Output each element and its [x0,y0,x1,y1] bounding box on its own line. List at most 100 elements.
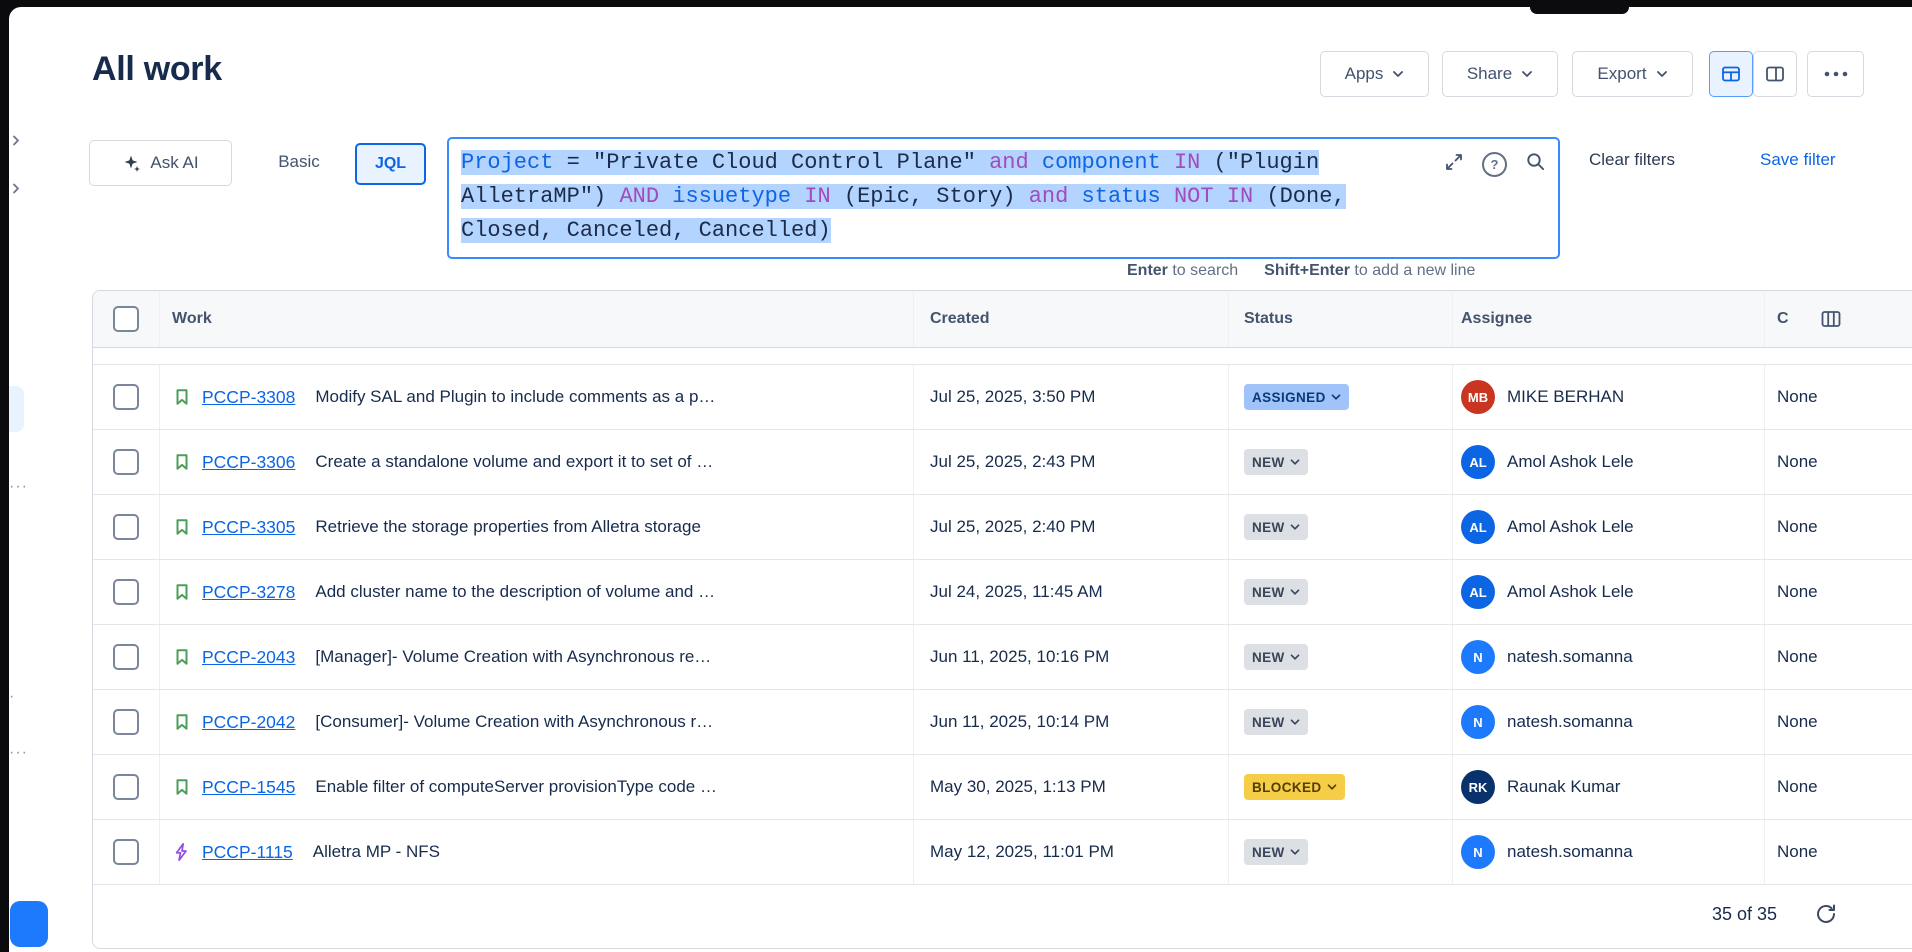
sidebar-active-item[interactable] [9,386,24,432]
issue-summary[interactable]: Create a standalone volume and export it… [315,452,713,472]
column-header-created[interactable]: Created [914,291,1229,347]
column-header-assignee[interactable]: Assignee [1453,291,1765,347]
chevron-right-icon[interactable] [11,134,21,152]
issue-key-link[interactable]: PCCP-3278 [202,582,295,603]
issue-key-link[interactable]: PCCP-1115 [202,842,293,863]
table-row[interactable]: PCCP-2043 [Manager]- Volume Creation wit… [93,625,1912,690]
row-count: 35 of 35 [1712,904,1777,925]
column-header-label: Created [930,310,990,328]
assignee-name: Amol Ashok Lele [1507,517,1634,537]
share-button[interactable]: Share [1442,51,1558,97]
issue-key-link[interactable]: PCCP-1545 [202,777,295,798]
row-checkbox[interactable] [113,579,139,605]
issue-key-link[interactable]: PCCP-3306 [202,452,295,473]
tab-jql[interactable]: JQL [355,143,426,185]
save-filter-link[interactable]: Save filter [1760,150,1836,170]
status-label: NEW [1252,845,1285,860]
component-cell: None [1765,430,1912,494]
status-badge[interactable]: NEW [1244,839,1308,865]
assignee-name: MIKE BERHAN [1507,387,1624,407]
jql-token [659,184,672,209]
export-button[interactable]: Export [1572,51,1693,97]
status-badge[interactable]: ASSIGNED [1244,384,1349,410]
refresh-icon[interactable] [1814,902,1838,931]
issue-summary[interactable]: Retrieve the storage properties from All… [315,517,701,537]
component-cell: None [1765,365,1912,429]
status-label: NEW [1252,585,1285,600]
status-badge[interactable]: NEW [1244,579,1308,605]
checkbox-cell [93,495,160,559]
jql-token [1161,150,1174,175]
created-cell: May 30, 2025, 1:13 PM [914,755,1229,819]
jql-editor-input[interactable]: Project = "Private Cloud Control Plane" … [447,137,1560,259]
issue-summary[interactable]: Enable filter of computeServer provision… [315,777,717,797]
table-row[interactable]: PCCP-3306 Create a standalone volume and… [93,430,1912,495]
status-cell: NEW [1229,495,1453,559]
status-badge[interactable]: NEW [1244,644,1308,670]
ask-ai-button[interactable]: Ask AI [89,140,232,186]
row-checkbox[interactable] [113,644,139,670]
view-table-button[interactable] [1709,51,1753,97]
issue-summary[interactable]: [Manager]- Volume Creation with Asynchro… [315,647,711,667]
assignee-cell: Nnatesh.somanna [1453,690,1765,754]
issue-summary[interactable]: [Consumer]- Volume Creation with Asynchr… [315,712,713,732]
issue-key-link[interactable]: PCCP-3308 [202,387,295,408]
created-cell: Jul 25, 2025, 2:43 PM [914,430,1229,494]
sidebar-dots: · [9,688,15,706]
issue-summary[interactable]: Add cluster name to the description of v… [315,582,715,602]
create-button-cutoff[interactable] [10,901,48,947]
status-badge[interactable]: NEW [1244,709,1308,735]
table-row[interactable]: PCCP-1545 Enable filter of computeServer… [93,755,1912,820]
status-cell: NEW [1229,625,1453,689]
issue-key-link[interactable]: PCCP-2042 [202,712,295,733]
issue-key-link[interactable]: PCCP-2043 [202,647,295,668]
table-row[interactable]: PCCP-1115 Alletra MP - NFS May 12, 2025,… [93,820,1912,885]
work-cell: PCCP-1115 Alletra MP - NFS [160,820,914,884]
row-checkbox[interactable] [113,709,139,735]
status-badge[interactable]: BLOCKED [1244,774,1345,800]
assignee-cell: MBMIKE BERHAN [1453,365,1765,429]
column-header-status[interactable]: Status [1229,291,1453,347]
column-settings-icon[interactable] [1819,307,1843,336]
clear-filters-button[interactable]: Clear filters [1589,150,1675,170]
tab-basic[interactable]: Basic [251,140,347,184]
issue-summary[interactable]: Modify SAL and Plugin to include comment… [315,387,715,407]
status-label: NEW [1252,455,1285,470]
row-checkbox[interactable] [113,384,139,410]
help-icon[interactable]: ? [1482,152,1507,177]
expand-icon[interactable] [1444,152,1464,177]
component-value: None [1777,712,1818,732]
work-cell: PCCP-3308 Modify SAL and Plugin to inclu… [160,365,914,429]
table-row[interactable]: PCCP-2042 [Consumer]- Volume Creation wi… [93,690,1912,755]
status-badge[interactable]: NEW [1244,449,1308,475]
table-row[interactable]: PCCP-3278 Add cluster name to the descri… [93,560,1912,625]
row-checkbox[interactable] [113,514,139,540]
issue-key-link[interactable]: PCCP-3305 [202,517,295,538]
table-row[interactable]: PCCP-3308 Modify SAL and Plugin to inclu… [93,365,1912,430]
table-row[interactable]: PCCP-3305 Retrieve the storage propertie… [93,495,1912,560]
jql-token: = "Private Cloud Control Plane" [553,150,989,175]
chevron-down-icon [1656,70,1668,78]
search-icon[interactable] [1525,151,1546,177]
issue-summary[interactable]: Alletra MP - NFS [313,842,440,862]
select-all-checkbox[interactable] [113,306,139,332]
created-value: Jun 11, 2025, 10:14 PM [930,712,1109,732]
chevron-down-icon [1290,849,1300,856]
component-cell: None [1765,690,1912,754]
row-checkbox[interactable] [113,774,139,800]
column-header-work[interactable]: Work [160,291,914,347]
row-checkbox[interactable] [113,839,139,865]
assignee-name: Amol Ashok Lele [1507,452,1634,472]
more-options-button[interactable] [1807,51,1864,97]
jql-token: (Epic, Story) [831,184,1029,209]
chevron-right-icon[interactable] [11,182,21,200]
created-cell: May 12, 2025, 11:01 PM [914,820,1229,884]
header-checkbox-cell [93,291,160,347]
status-badge[interactable]: NEW [1244,514,1308,540]
row-checkbox[interactable] [113,449,139,475]
jql-line-2: AlletraMP") AND issuetype IN (Epic, Stor… [461,180,1346,214]
jql-token: NOT IN [1174,184,1253,209]
apps-button[interactable]: Apps [1320,51,1429,97]
view-sidebyside-button[interactable] [1753,51,1797,97]
assignee-cell: ALAmol Ashok Lele [1453,560,1765,624]
